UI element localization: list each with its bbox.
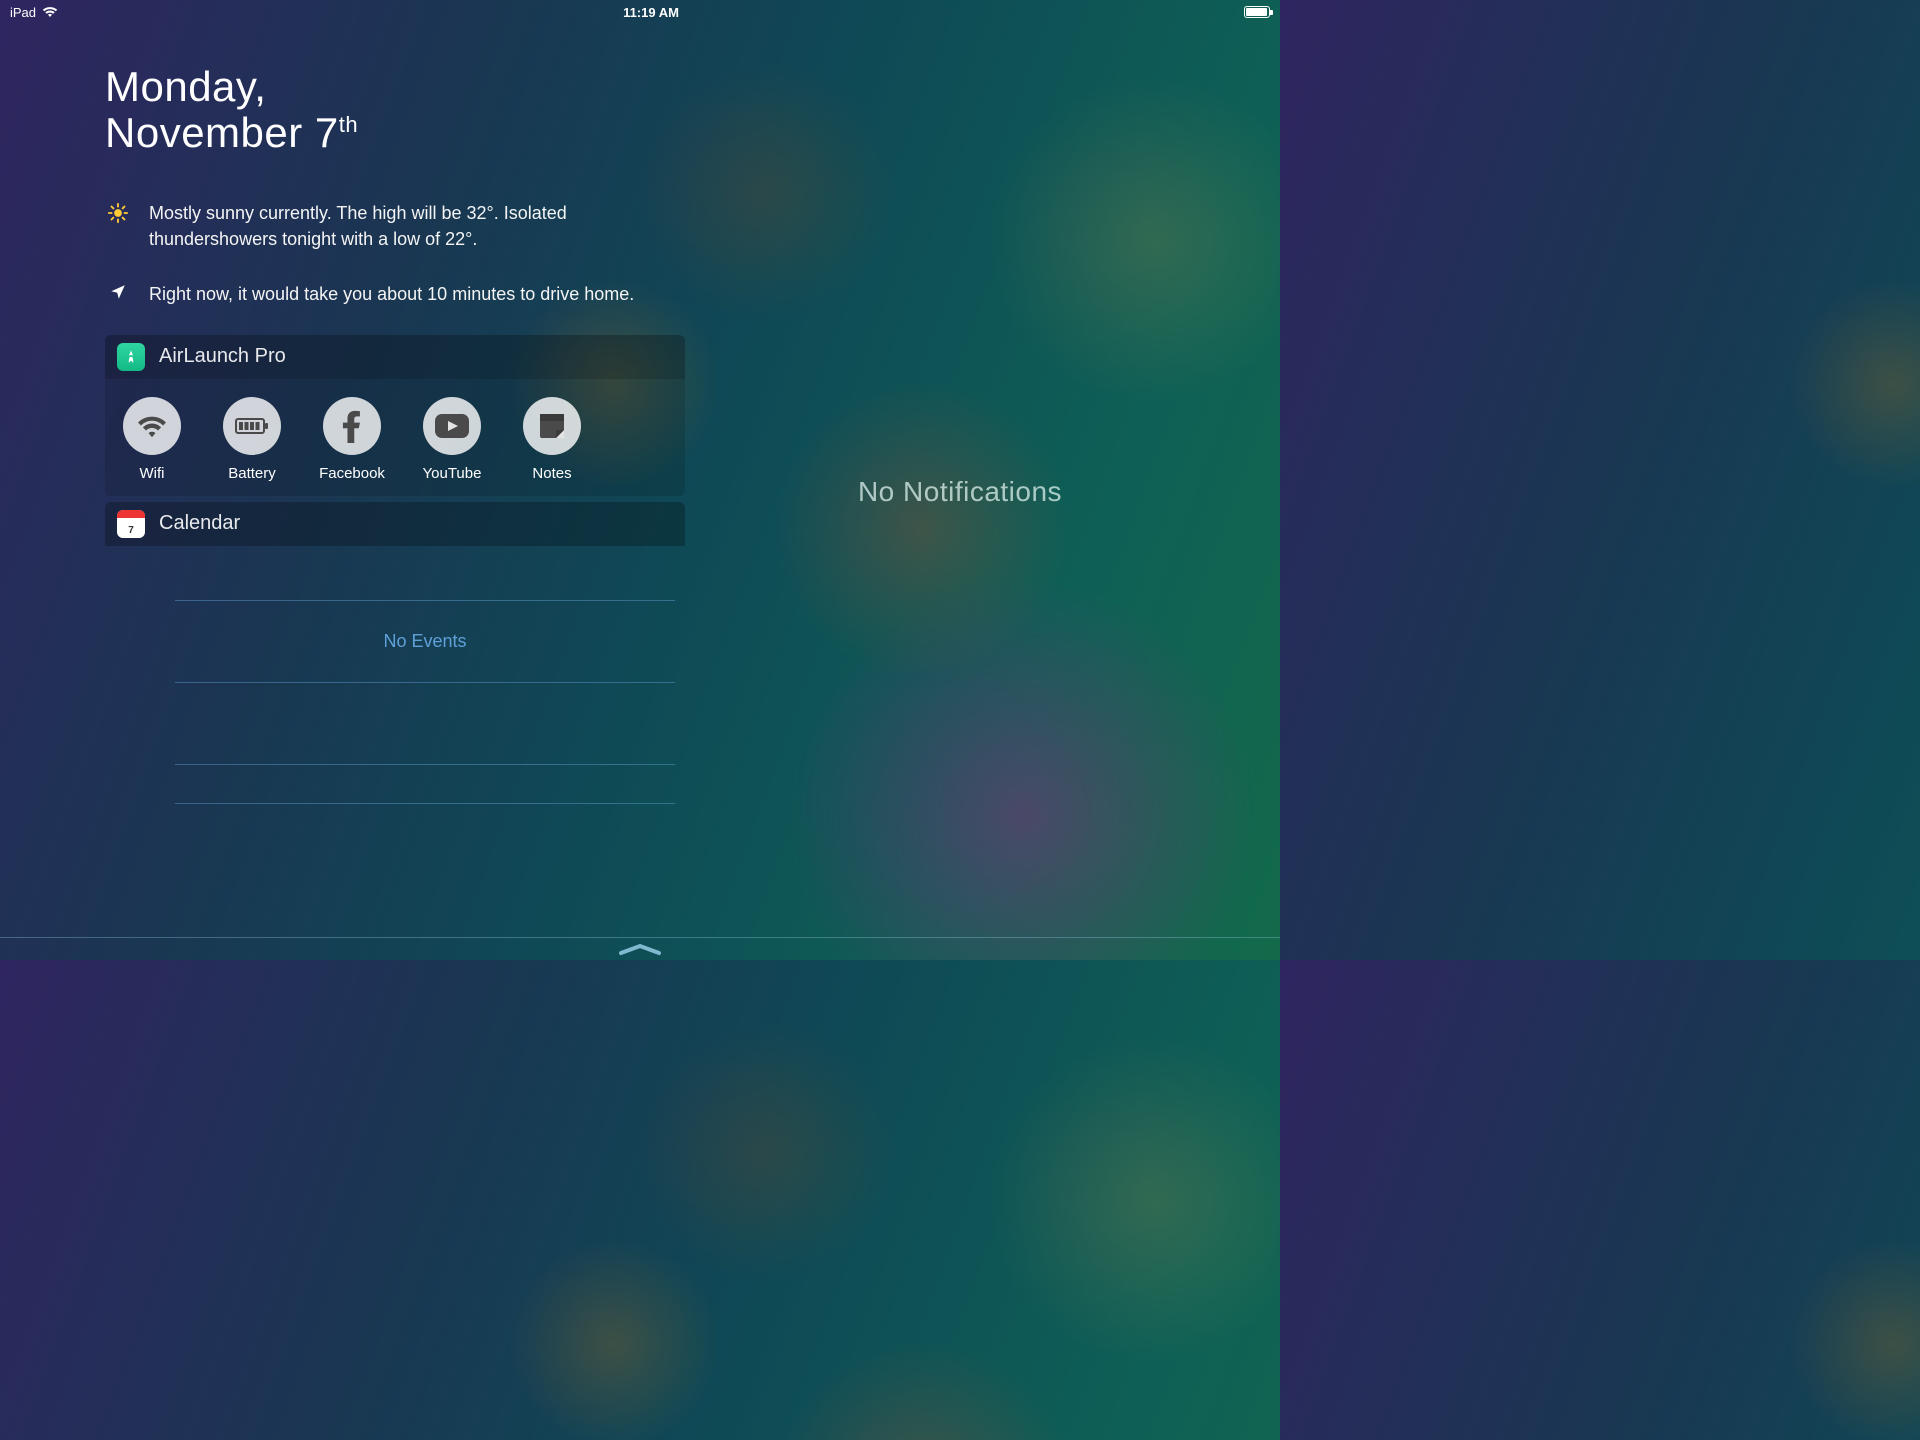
device-label: iPad xyxy=(10,5,36,20)
facebook-icon xyxy=(323,397,381,455)
battery-icon xyxy=(223,397,281,455)
wifi-icon xyxy=(42,6,58,18)
airlaunch-widget-body: Wifi Battery Facebook xyxy=(105,379,685,496)
date-ordinal: th xyxy=(339,112,358,137)
calendar-row: No Events xyxy=(175,600,675,682)
battery-icon xyxy=(1244,6,1270,18)
calendar-event-list: No Events xyxy=(175,600,675,804)
notes-icon xyxy=(523,397,581,455)
status-time: 11:19 AM xyxy=(623,5,679,20)
no-notifications-label: No Notifications xyxy=(858,476,1062,508)
shortcut-notes[interactable]: Notes xyxy=(521,397,583,482)
location-arrow-icon xyxy=(105,281,131,307)
shortcut-facebook[interactable]: Facebook xyxy=(321,397,383,482)
traffic-text: Right now, it would take you about 10 mi… xyxy=(149,281,634,307)
youtube-icon xyxy=(423,397,481,455)
shortcut-label: Notes xyxy=(532,465,571,482)
grabber-handle[interactable] xyxy=(617,942,663,956)
weather-summary: Mostly sunny currently. The high will be… xyxy=(105,200,635,252)
widget-header-airlaunch[interactable]: AirLaunch Pro xyxy=(105,335,685,379)
shortcut-label: YouTube xyxy=(423,465,482,482)
calendar-row xyxy=(175,764,675,804)
shortcut-label: Wifi xyxy=(140,465,165,482)
date-day-name: Monday, xyxy=(105,64,640,110)
calendar-title: Calendar xyxy=(159,512,240,535)
sun-icon xyxy=(105,200,131,252)
traffic-summary: Right now, it would take you about 10 mi… xyxy=(105,281,635,307)
shortcut-label: Facebook xyxy=(319,465,385,482)
airlaunch-title: AirLaunch Pro xyxy=(159,345,286,368)
shortcut-label: Battery xyxy=(228,465,276,482)
wifi-icon xyxy=(123,397,181,455)
bottom-divider xyxy=(0,937,1280,938)
weather-text: Mostly sunny currently. The high will be… xyxy=(149,200,635,252)
no-events-label: No Events xyxy=(383,631,466,652)
shortcut-battery[interactable]: Battery xyxy=(221,397,283,482)
calendar-row xyxy=(175,682,675,764)
airlaunch-app-icon xyxy=(117,343,145,371)
shortcut-wifi[interactable]: Wifi xyxy=(121,397,183,482)
date-block: Monday, November 7th xyxy=(105,64,640,156)
widget-header-calendar[interactable]: 7 Calendar xyxy=(105,502,685,546)
calendar-app-icon: 7 xyxy=(117,510,145,538)
date-month-day: November 7th xyxy=(105,110,640,156)
status-bar: iPad 11:19 AM xyxy=(0,0,1280,24)
shortcut-youtube[interactable]: YouTube xyxy=(421,397,483,482)
